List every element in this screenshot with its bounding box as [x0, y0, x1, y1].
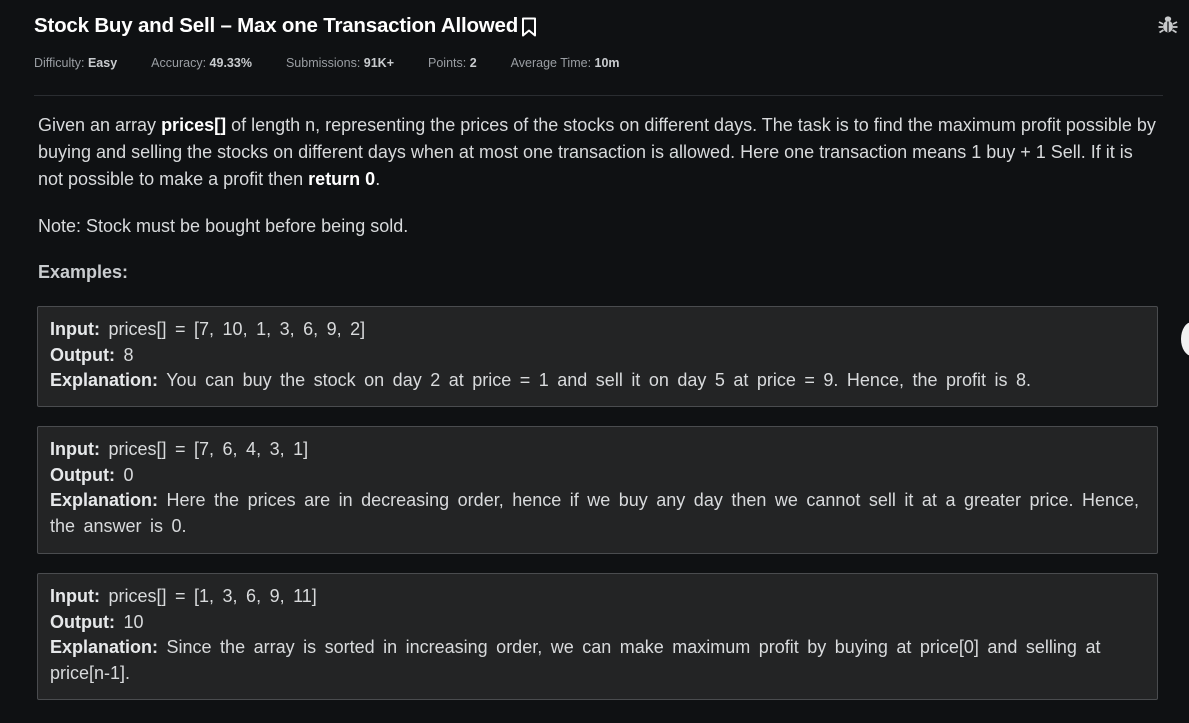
- problem-title: Stock Buy and Sell – Max one Transaction…: [34, 14, 519, 37]
- example-input-line: Input: prices[] = [7, 6, 4, 3, 1]: [50, 439, 309, 459]
- header-divider: [34, 95, 1163, 96]
- example-output-line: Output: 8: [50, 344, 134, 365]
- problem-meta: Difficulty: Easy Accuracy: 49.33% Submis…: [34, 56, 654, 70]
- example-input-line: Input: prices[] = [7, 10, 1, 3, 6, 9, 2]: [50, 319, 366, 339]
- example-box: Input: prices[] = [7, 10, 1, 3, 6, 9, 2]…: [37, 306, 1158, 407]
- example-explanation-line: Explanation: You can buy the stock on da…: [50, 370, 1032, 390]
- bookmark-icon[interactable]: [521, 17, 537, 37]
- note-text: Note: Stock must be bought before being …: [38, 216, 409, 236]
- meta-accuracy: Accuracy: 49.33%: [151, 56, 252, 70]
- problem-description: Given an array prices[] of length n, rep…: [38, 112, 1160, 286]
- meta-points: Points: 2: [428, 56, 477, 70]
- meta-average-time: Average Time: 10m: [510, 56, 620, 70]
- bug-icon[interactable]: [1158, 14, 1178, 34]
- problem-page: Stock Buy and Sell – Max one Transaction…: [0, 0, 1189, 723]
- example-explanation-line: Explanation: Here the prices are in decr…: [50, 490, 1140, 536]
- meta-submissions: Submissions: 91K+: [285, 56, 395, 70]
- example-box: Input: prices[] = [7, 6, 4, 3, 1] Output…: [37, 426, 1158, 554]
- problem-header: Stock Buy and Sell – Max one Transaction…: [34, 12, 1178, 70]
- examples-heading: Examples:: [38, 262, 129, 282]
- example-input-line: Input: prices[] = [1, 3, 6, 9, 11]: [50, 586, 317, 606]
- title-row: Stock Buy and Sell – Max one Transaction…: [34, 12, 1164, 40]
- example-output-line: Output: 10: [50, 611, 144, 632]
- description-paragraph: Given an array prices[] of length n, rep…: [38, 115, 1156, 189]
- panel-resize-handle[interactable]: [1181, 322, 1189, 356]
- meta-difficulty: Difficulty: Easy: [34, 56, 118, 70]
- example-output-line: Output: 0: [50, 464, 134, 485]
- example-explanation-line: Explanation: Since the array is sorted i…: [50, 637, 1101, 683]
- example-box: Input: prices[] = [1, 3, 6, 9, 11] Outpu…: [37, 573, 1158, 700]
